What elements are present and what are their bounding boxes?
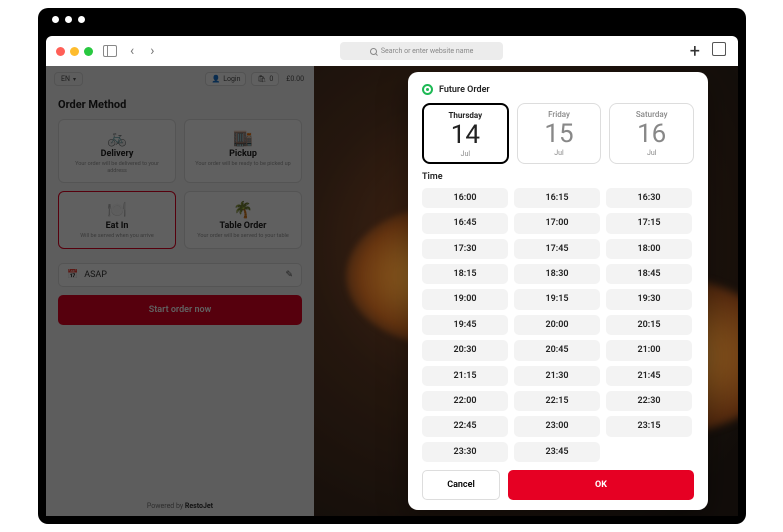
device-window-dots — [52, 16, 85, 23]
time-option[interactable]: 22:00 — [422, 391, 508, 411]
ok-button[interactable]: OK — [508, 470, 694, 500]
time-option[interactable]: 17:30 — [422, 239, 508, 259]
url-field[interactable]: Search or enter website name — [340, 42, 503, 60]
time-option[interactable]: 23:30 — [422, 442, 508, 462]
time-option[interactable]: 23:15 — [606, 416, 692, 436]
maximize-window-button[interactable] — [84, 47, 93, 56]
time-option[interactable]: 16:30 — [606, 188, 692, 208]
date-dow: Saturday — [614, 110, 689, 119]
date-selector: Thursday 14 Jul Friday 15 Jul Saturday 1… — [422, 103, 694, 164]
radio-selected-icon[interactable] — [422, 84, 433, 95]
time-option[interactable]: 18:00 — [606, 239, 692, 259]
time-option[interactable]: 21:00 — [606, 340, 692, 360]
back-button[interactable]: ‹ — [127, 43, 137, 59]
time-option[interactable]: 20:30 — [422, 340, 508, 360]
time-option[interactable]: 22:30 — [606, 391, 692, 411]
date-dow: Friday — [522, 110, 597, 119]
time-grid: 16:00 16:15 16:30 16:45 17:00 17:15 17:30 17:45… — [422, 188, 694, 462]
time-section-label: Time — [422, 172, 694, 182]
date-month: Jul — [522, 149, 597, 157]
minimize-window-button[interactable] — [70, 47, 79, 56]
date-option-0[interactable]: Thursday 14 Jul — [422, 103, 509, 164]
tabs-overview-button[interactable] — [714, 44, 728, 58]
cancel-button[interactable]: Cancel — [422, 470, 500, 500]
time-option[interactable]: 16:00 — [422, 188, 508, 208]
close-window-button[interactable] — [56, 47, 65, 56]
date-day: 14 — [428, 122, 503, 148]
modal-footer: Cancel OK — [422, 470, 694, 500]
time-option[interactable]: 22:15 — [514, 391, 600, 411]
time-option[interactable]: 22:45 — [422, 416, 508, 436]
time-option[interactable]: 20:15 — [606, 315, 692, 335]
date-option-2[interactable]: Saturday 16 Jul — [609, 103, 694, 164]
future-order-modal: Future Order Thursday 14 Jul Friday 15 J… — [408, 72, 708, 510]
search-icon — [370, 48, 377, 55]
modal-header: Future Order — [422, 84, 694, 95]
time-option[interactable]: 17:15 — [606, 213, 692, 233]
time-option[interactable]: 18:15 — [422, 264, 508, 284]
time-option[interactable]: 16:15 — [514, 188, 600, 208]
time-option[interactable]: 20:45 — [514, 340, 600, 360]
date-dow: Thursday — [428, 111, 503, 120]
url-placeholder: Search or enter website name — [381, 47, 474, 55]
time-option[interactable]: 23:00 — [514, 416, 600, 436]
new-tab-button[interactable]: + — [686, 41, 704, 62]
time-option[interactable]: 17:45 — [514, 239, 600, 259]
date-month: Jul — [428, 150, 503, 158]
browser-toolbar: ‹ › Search or enter website name + — [46, 36, 738, 66]
time-option[interactable]: 23:45 — [514, 442, 600, 462]
time-option[interactable]: 19:30 — [606, 289, 692, 309]
time-option[interactable]: 19:15 — [514, 289, 600, 309]
time-option[interactable]: 21:30 — [514, 366, 600, 386]
device-frame: ‹ › Search or enter website name + EN ▾ … — [38, 8, 746, 524]
time-option[interactable]: 16:45 — [422, 213, 508, 233]
time-option[interactable]: 17:00 — [514, 213, 600, 233]
date-option-1[interactable]: Friday 15 Jul — [517, 103, 602, 164]
time-option[interactable]: 19:45 — [422, 315, 508, 335]
time-option[interactable]: 21:45 — [606, 366, 692, 386]
date-day: 16 — [614, 121, 689, 147]
time-option[interactable]: 18:30 — [514, 264, 600, 284]
forward-button[interactable]: › — [147, 43, 157, 59]
time-option[interactable]: 21:15 — [422, 366, 508, 386]
date-month: Jul — [614, 149, 689, 157]
time-option[interactable]: 18:45 — [606, 264, 692, 284]
modal-title: Future Order — [439, 85, 490, 95]
date-day: 15 — [522, 121, 597, 147]
app-viewport: EN ▾ 👤 Login 🛍 0 £0.00 Order Method — [46, 66, 738, 516]
time-option[interactable]: 20:00 — [514, 315, 600, 335]
time-option[interactable]: 19:00 — [422, 289, 508, 309]
sidebar-toggle-icon[interactable] — [103, 45, 117, 57]
traffic-lights — [56, 47, 93, 56]
